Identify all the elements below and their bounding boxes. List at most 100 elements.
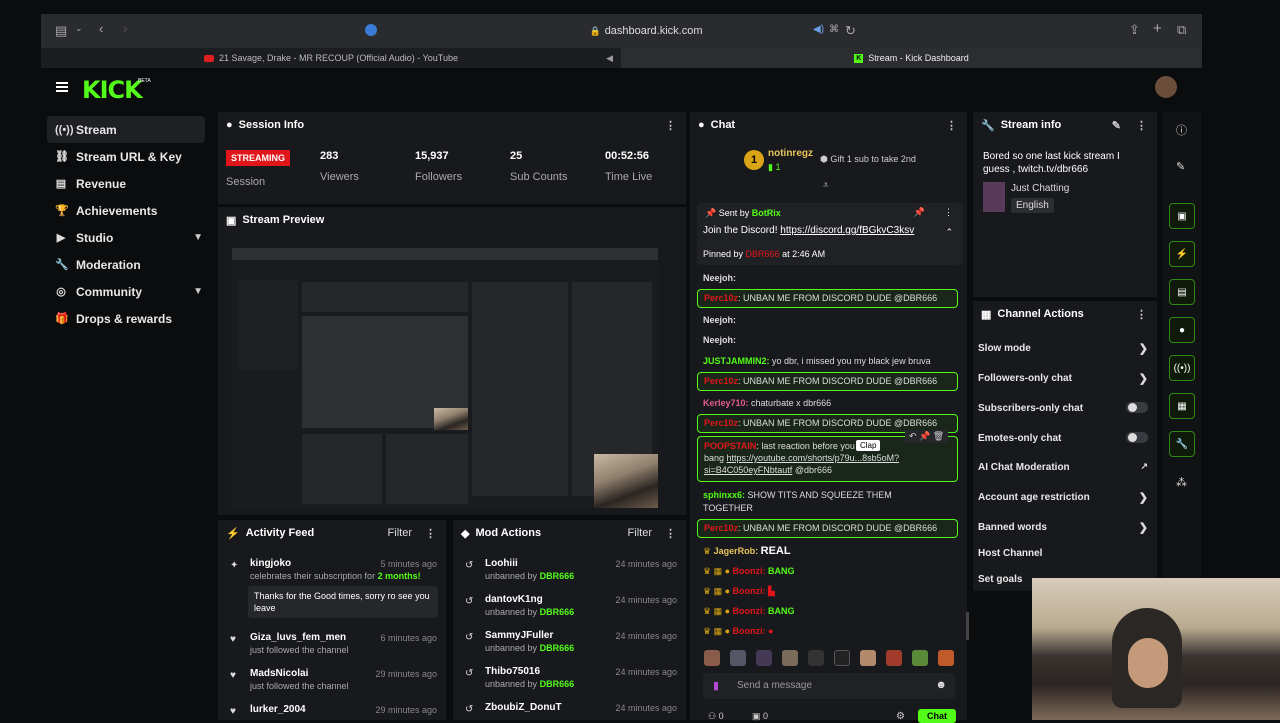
chevron-down-icon[interactable]: ⌄ [75, 23, 83, 34]
pin-icon[interactable]: 📌 [914, 207, 925, 218]
trash-icon[interactable]: 🗑 [933, 431, 944, 441]
action-account-age[interactable]: Account age restriction ❯ [978, 492, 1148, 504]
reload-icon[interactable]: ↻ [845, 23, 856, 39]
chat-user[interactable]: Boonzi: [733, 566, 766, 576]
forward-icon[interactable]: › [123, 21, 127, 36]
new-tab-icon[interactable]: + [1153, 20, 1162, 37]
chat-user[interactable]: Boonzi: [733, 586, 766, 596]
chat-user[interactable]: Kerley710: [703, 398, 749, 408]
sidebar-item-moderation[interactable]: 🔧 Moderation [41, 251, 211, 278]
pinner-name[interactable]: DBR666 [746, 249, 780, 259]
more-icon[interactable]: ⋮ [1136, 308, 1147, 321]
chat-scrollbar[interactable] [966, 612, 969, 640]
more-icon[interactable]: ⋮ [944, 207, 953, 218]
reply-icon[interactable]: ↶ [909, 431, 917, 441]
edit-icon[interactable]: ✎ [1176, 160, 1185, 173]
mod-user[interactable]: ZboubiZ_DonuT [485, 702, 562, 713]
more-icon[interactable]: ⋮ [946, 119, 957, 132]
more-icon[interactable]: ⋮ [425, 527, 436, 540]
translate-icon[interactable]: ⌘ [829, 24, 839, 35]
chat-user[interactable]: POOPSTAIN [704, 441, 756, 451]
activity-user[interactable]: MadsNicolai [250, 668, 308, 679]
collapse-icon[interactable]: ⩡ [823, 180, 829, 191]
activity-user[interactable]: lurker_2004 [250, 704, 306, 715]
action-slow-mode[interactable]: Slow mode ❯ [978, 343, 1148, 355]
settings-icon[interactable]: ⚙ [896, 711, 905, 722]
emote-icon[interactable] [808, 650, 824, 666]
chevron-down-icon[interactable]: ▼ [193, 232, 203, 243]
rail-mod-button[interactable]: 🔧 [1169, 431, 1195, 457]
sidebar-item-community[interactable]: ◎ Community ▼ [41, 278, 211, 305]
action-host-channel[interactable]: Host Channel [978, 548, 1148, 559]
edit-icon[interactable]: ✎ [1112, 119, 1121, 132]
more-icon[interactable]: ⋮ [665, 119, 676, 132]
emote-icon[interactable] [834, 650, 850, 666]
sidebar-item-drops[interactable]: 🎁 Drops & rewards [41, 305, 211, 332]
chat-user[interactable]: Perc10z [704, 376, 738, 386]
rail-preview-button[interactable]: ▣ [1169, 203, 1195, 229]
emote-icon[interactable] [938, 650, 954, 666]
share-icon[interactable]: ⇪ [1129, 22, 1140, 38]
chat-user[interactable]: JUSTJAMMIN2: [703, 356, 770, 366]
chevron-up-icon[interactable]: ⌃ [945, 227, 953, 238]
sidebar-item-stream-url[interactable]: ⛓ Stream URL & Key [41, 143, 211, 170]
subscribers-only-toggle[interactable] [1126, 402, 1148, 413]
sidebar-item-revenue[interactable]: ▤ Revenue [41, 170, 211, 197]
info-icon[interactable]: ⓘ [1176, 122, 1187, 138]
speaker-icon[interactable]: ◀) [813, 24, 824, 35]
mod-user[interactable]: SammyJFuller [485, 630, 553, 641]
emotes-only-toggle[interactable] [1126, 432, 1148, 443]
kick-logo[interactable]: KICK [82, 76, 143, 104]
chat-user[interactable]: sphinxx6: [703, 490, 745, 500]
chat-user[interactable]: Boonzi: [733, 606, 766, 616]
pin-icon[interactable]: 📌 [919, 431, 930, 441]
tabs-overview-icon[interactable]: ⧉ [1177, 22, 1186, 38]
mod-user[interactable]: dantovK1ng [485, 594, 543, 605]
gift-sub-button[interactable]: ⬢ Gift 1 sub to take 2nd [820, 154, 916, 165]
sidebar-item-achievements[interactable]: 🏆 Achievements [41, 197, 211, 224]
more-icon[interactable]: ⋮ [1136, 119, 1147, 132]
rail-activity-button[interactable]: ⚡ [1169, 241, 1195, 267]
emote-icon[interactable] [782, 650, 798, 666]
action-ai-moderation[interactable]: AI Chat Moderation ↗ [978, 461, 1148, 473]
rail-actions-button[interactable]: ▦ [1169, 393, 1195, 419]
chat-user[interactable]: Neejoh: [703, 335, 736, 345]
mute-icon[interactable]: ◀ [606, 53, 613, 64]
emote-icon[interactable] [912, 650, 928, 666]
rail-chat-button[interactable]: ● [1169, 317, 1195, 343]
filter-button[interactable]: Filter [388, 527, 412, 539]
mod-user[interactable]: Thibo75016 [485, 666, 540, 677]
activity-user[interactable]: kingjoko [250, 558, 291, 569]
stream-category[interactable]: Just Chatting [1011, 183, 1069, 194]
tab-kick-dashboard[interactable]: K Stream - Kick Dashboard [621, 48, 1202, 68]
sidebar-item-stream[interactable]: ((•)) Stream [47, 116, 205, 143]
chat-user[interactable]: Perc10z [704, 523, 738, 533]
discord-link[interactable]: https://discord.gg/fBGkvC3ksv [780, 225, 914, 236]
chat-user[interactable]: Neejoh: [703, 273, 736, 283]
action-banned-words[interactable]: Banned words ❯ [978, 522, 1148, 534]
mod-user[interactable]: Loohiii [485, 558, 518, 569]
rail-broadcast-button[interactable]: ((•)) [1169, 355, 1195, 381]
address-bar[interactable]: 🔒 dashboard.kick.com [386, 20, 906, 42]
filter-button[interactable]: Filter [628, 527, 652, 539]
chat-user[interactable]: Perc10z [704, 418, 738, 428]
action-followers-only[interactable]: Followers-only chat ❯ [978, 373, 1148, 385]
tab-youtube[interactable]: 21 Savage, Drake - MR RECOUP (Official A… [41, 48, 621, 68]
menu-icon[interactable] [56, 82, 68, 92]
emote-icon[interactable] [704, 650, 720, 666]
sidebar-toggle-icon[interactable]: ▤ [55, 23, 67, 39]
send-chat-button[interactable]: Chat [918, 709, 956, 723]
emote-icon[interactable] [730, 650, 746, 666]
chevron-down-icon[interactable]: ▼ [193, 286, 203, 297]
user-avatar[interactable] [1155, 76, 1177, 98]
more-icon[interactable]: ⋮ [665, 527, 676, 540]
stream-preview-video[interactable] [232, 248, 658, 508]
chat-input[interactable]: ▮ Send a message ☻ [703, 673, 955, 699]
emoji-icon[interactable]: ☻ [935, 679, 947, 691]
chat-user[interactable]: Perc10z [704, 293, 738, 303]
emote-icon[interactable] [886, 650, 902, 666]
more-widgets-icon[interactable]: ⁂ [1176, 476, 1187, 489]
bot-name[interactable]: BotRix [752, 208, 781, 218]
emote-icon[interactable] [860, 650, 876, 666]
activity-user[interactable]: Giza_luvs_fem_men [250, 632, 346, 643]
